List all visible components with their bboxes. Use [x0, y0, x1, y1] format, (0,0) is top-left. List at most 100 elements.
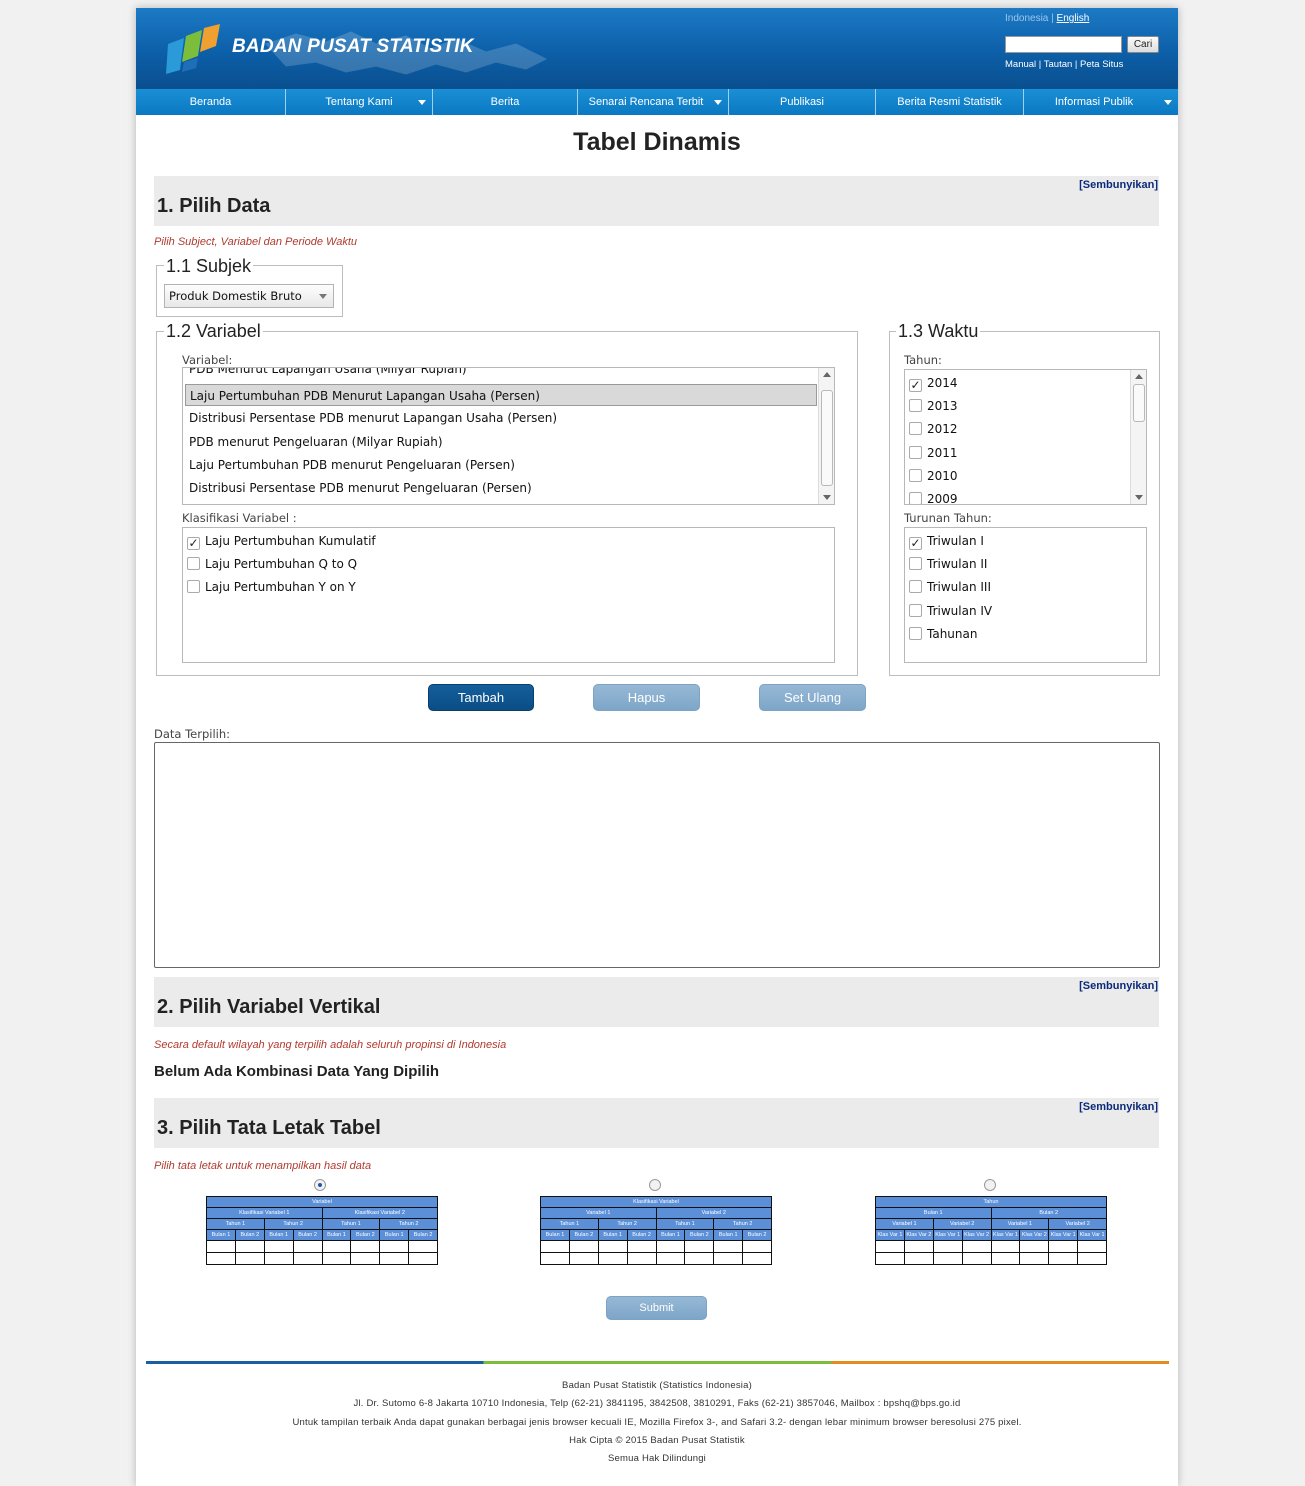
scroll-up-icon[interactable] [823, 372, 831, 377]
empty-cell [263, 1252, 294, 1265]
section-1-title: 1. Pilih Data [157, 195, 271, 217]
nav-item-berita[interactable]: Berita [433, 89, 578, 115]
tahun-option[interactable]: 2009 [909, 488, 958, 505]
table-cell: Klas Var 1 [1048, 1229, 1079, 1241]
layout-2-table[interactable]: Klasifikasi Variabel Variabel 1 Variabel … [540, 1196, 772, 1265]
variabel-listbox[interactable]: PDB Menurut Lapangan Usaha (Milyar Rupia… [182, 367, 835, 505]
nav-item-tentang-kami[interactable]: Tentang Kami [286, 89, 433, 115]
checkbox-icon[interactable] [909, 492, 922, 504]
scroll-down-icon[interactable] [823, 495, 831, 500]
nav-item-informasi-publik[interactable]: Informasi Publik [1024, 89, 1178, 115]
empty-cell [990, 1252, 1021, 1265]
hapus-button[interactable]: Hapus [593, 684, 700, 711]
checkbox-icon[interactable] [909, 422, 922, 435]
utility-links: Manual | Tautan | Peta Situs [1005, 59, 1124, 70]
turunan-option[interactable]: Triwulan IV [909, 600, 992, 622]
checkbox-icon[interactable] [909, 627, 922, 640]
empty-cell [713, 1252, 744, 1265]
bps-logo-icon[interactable] [162, 22, 222, 76]
hide-section-3-link[interactable]: [Sembunyikan] [1079, 1101, 1158, 1113]
page: BADAN PUSAT STATISTIK Indonesia | Englis… [136, 8, 1178, 1486]
scroll-down-icon[interactable] [1135, 495, 1143, 500]
checkbox-icon[interactable] [909, 604, 922, 617]
empty-cell [408, 1252, 438, 1265]
checkbox-checked-icon[interactable]: ✓ [187, 537, 200, 550]
option-label: Laju Pertumbuhan Kumulatif [205, 534, 376, 548]
hide-section-2-link[interactable]: [Sembunyikan] [1079, 980, 1158, 992]
table-cell: Bulan 2 [990, 1207, 1107, 1219]
search-input[interactable] [1005, 36, 1122, 53]
site-header: BADAN PUSAT STATISTIK Indonesia | Englis… [136, 8, 1178, 89]
checkbox-icon[interactable] [909, 446, 922, 459]
tahun-option[interactable]: 2011 [909, 442, 958, 464]
data-terpilih-box[interactable] [154, 742, 1160, 968]
checkbox-checked-icon[interactable]: ✓ [909, 537, 922, 550]
section-2-header: 2. Pilih Variabel Vertikal [Sembunyikan] [154, 977, 1159, 1027]
empty-cell [292, 1252, 323, 1265]
tambah-button[interactable]: Tambah [428, 684, 534, 711]
nav-item-publikasi[interactable]: Publikasi [729, 89, 876, 115]
nav-item-berita-resmi-statistik[interactable]: Berita Resmi Statistik [876, 89, 1024, 115]
main-nav: Beranda Tentang Kami Berita Senarai Renc… [136, 89, 1178, 115]
table-cell: Bulan 2 [408, 1229, 438, 1241]
turunan-option[interactable]: Triwulan II [909, 553, 987, 575]
tahun-option[interactable]: ✓ 2014 [909, 372, 958, 394]
manual-link[interactable]: Manual [1005, 59, 1036, 70]
set-ulang-button[interactable]: Set Ulang [759, 684, 866, 711]
tahun-scrollbar[interactable] [1130, 370, 1146, 504]
lang-indonesia-link[interactable]: Indonesia [1005, 13, 1048, 24]
turunan-option[interactable]: Triwulan III [909, 576, 991, 598]
layout-1-radio[interactable] [314, 1179, 326, 1191]
layout-3-radio[interactable] [984, 1179, 996, 1191]
list-item[interactable]: Laju Pertumbuhan PDB menurut Pengeluaran… [185, 454, 515, 476]
tahun-label: Tahun: [904, 353, 942, 367]
subjek-select[interactable]: Produk Domestik Bruto [164, 284, 334, 308]
empty-cell [903, 1240, 934, 1253]
nav-label: Berita Resmi Statistik [897, 96, 1002, 108]
nav-item-senarai-rencana-terbit[interactable]: Senarai Rencana Terbit [578, 89, 729, 115]
layout-1-table[interactable]: Variabel Klasifikasi Variabel 1 Klasifika… [206, 1196, 438, 1265]
section-1-hint: Pilih Subject, Variabel dan Periode Wakt… [154, 236, 358, 248]
option-label: 2012 [927, 422, 958, 436]
search-button[interactable]: Cari [1127, 36, 1159, 53]
layout-3-table[interactable]: Tahun Bulan 1 Bulan 2 Variabel 1 Variabel … [875, 1196, 1107, 1265]
checkbox-icon[interactable] [909, 399, 922, 412]
table-cell: Klas Var 2 [903, 1229, 934, 1241]
empty-cell [1077, 1240, 1107, 1253]
peta-situs-link[interactable]: Peta Situs [1080, 59, 1123, 70]
checkbox-icon[interactable] [909, 580, 922, 593]
klasifikasi-option[interactable]: Laju Pertumbuhan Q to Q [187, 553, 357, 575]
site-brand[interactable]: BADAN PUSAT STATISTIK [232, 36, 474, 58]
turunan-option[interactable]: Tahunan [909, 623, 977, 645]
tahun-listbox[interactable]: ✓ 2014 2013 2012 2011 2010 2009 [904, 369, 1147, 505]
variabel-scrollbar[interactable] [818, 368, 834, 504]
checkbox-icon[interactable] [909, 557, 922, 570]
scroll-thumb[interactable] [821, 390, 833, 486]
list-item[interactable]: PDB menurut Pengeluaran (Milyar Rupiah) [185, 431, 443, 453]
tahun-option[interactable]: 2012 [909, 418, 958, 440]
checkbox-checked-icon[interactable]: ✓ [909, 379, 922, 392]
klasifikasi-option[interactable]: ✓ Laju Pertumbuhan Kumulatif [187, 530, 376, 552]
nav-item-beranda[interactable]: Beranda [136, 89, 286, 115]
checkbox-icon[interactable] [909, 469, 922, 482]
tahun-option[interactable]: 2013 [909, 395, 958, 417]
checkbox-icon[interactable] [187, 557, 200, 570]
tahun-option[interactable]: 2010 [909, 465, 958, 487]
turunan-option[interactable]: ✓ Triwulan I [909, 530, 984, 552]
checkbox-icon[interactable] [187, 580, 200, 593]
list-item-selected[interactable]: Laju Pertumbuhan PDB Menurut Lapangan Us… [185, 384, 817, 406]
submit-button[interactable]: Submit [606, 1296, 707, 1320]
option-label: 2009 [927, 492, 958, 505]
klasifikasi-option[interactable]: Laju Pertumbuhan Y on Y [187, 576, 356, 598]
list-item[interactable]: Distribusi Persentase PDB menurut Lapang… [185, 407, 557, 429]
table-cell: Variabel 2 [932, 1218, 992, 1230]
list-item[interactable]: PDB Menurut Lapangan Usaha (Milyar Rupia… [185, 368, 467, 380]
scroll-thumb[interactable] [1133, 384, 1145, 422]
list-item[interactable]: Distribusi Persentase PDB menurut Pengel… [185, 477, 532, 499]
hide-section-1-link[interactable]: [Sembunyikan] [1079, 179, 1158, 191]
scroll-up-icon[interactable] [1135, 374, 1143, 379]
lang-english-link[interactable]: English [1057, 13, 1090, 24]
tautan-link[interactable]: Tautan [1044, 59, 1073, 70]
layout-2-radio[interactable] [649, 1179, 661, 1191]
table-cell: Klas Var 1 [932, 1229, 963, 1241]
